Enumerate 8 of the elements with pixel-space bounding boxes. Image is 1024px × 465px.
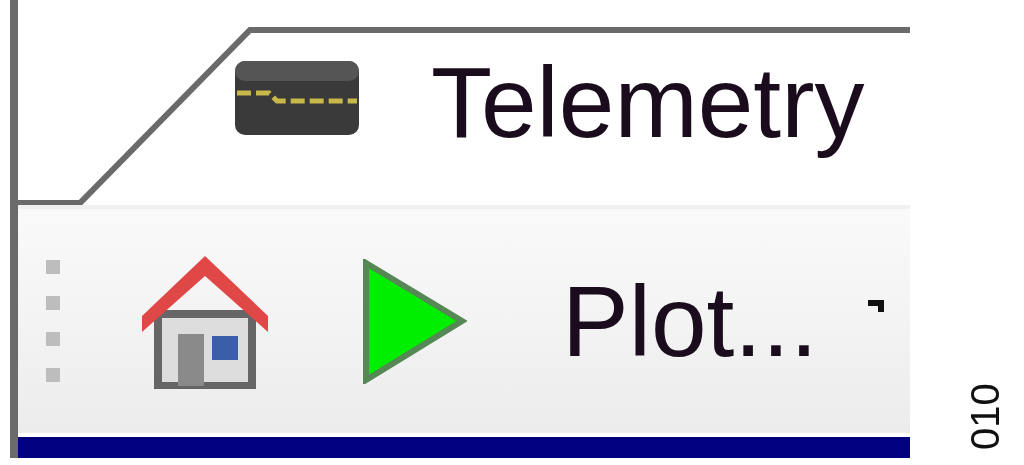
play-icon[interactable] xyxy=(362,258,467,384)
plot-button[interactable]: Plot... xyxy=(562,271,818,371)
display-icon xyxy=(233,58,361,137)
tab[interactable]: Telemetry xyxy=(18,0,910,205)
caret-icon[interactable] xyxy=(867,300,884,312)
home-icon[interactable] xyxy=(140,253,270,389)
figure-label: 010 xyxy=(965,383,1005,450)
grip-handle[interactable] xyxy=(46,260,60,382)
